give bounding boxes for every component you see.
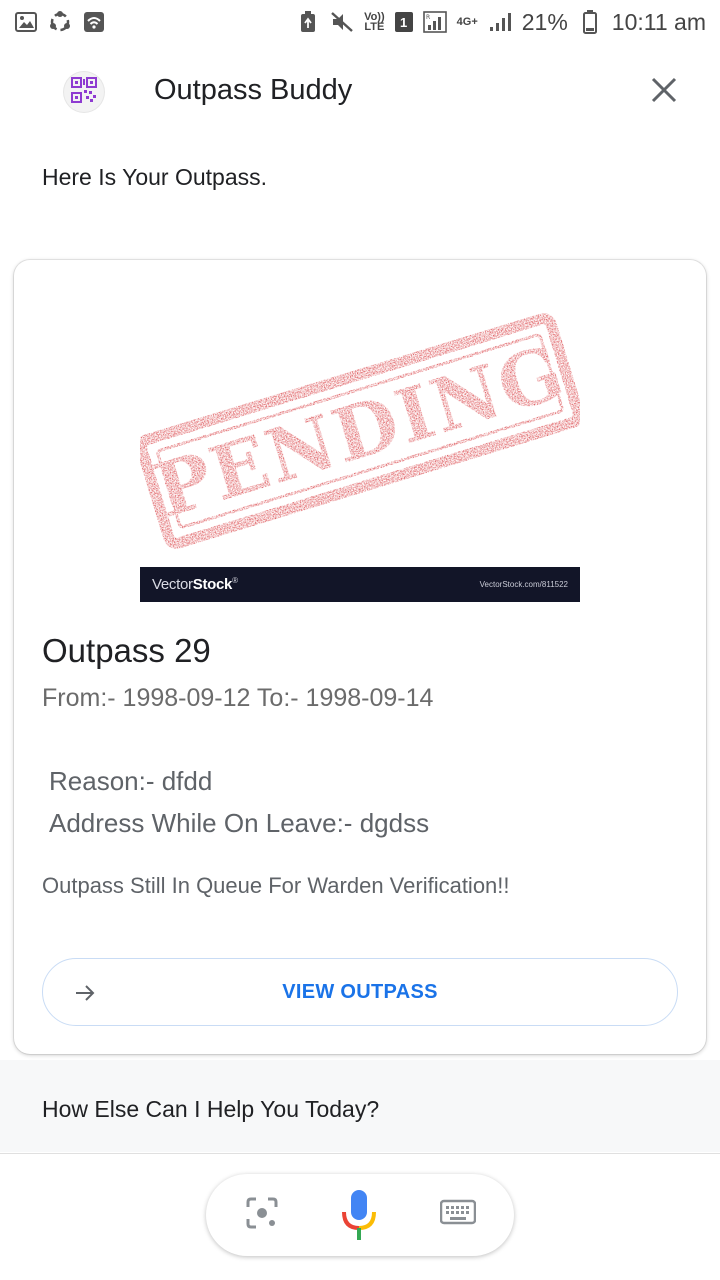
status-bar-left: [14, 11, 106, 33]
qr-code-icon: [71, 76, 97, 108]
status-bar: Vo)) LTE 1 R 4G+ 21% 10:11 am: [0, 0, 720, 44]
view-outpass-label: VIEW OUTPASS: [282, 980, 438, 1003]
keyboard-icon: [439, 1199, 477, 1232]
outpass-status: Outpass Still In Queue For Warden Verifi…: [42, 873, 510, 898]
vectorstock-watermark-bar: VectorStock® VectorStock.com/811522: [140, 567, 580, 602]
battery-icon: [578, 10, 602, 34]
close-icon: [651, 77, 677, 108]
input-pill: [206, 1174, 514, 1256]
battery-percent: 21%: [521, 8, 568, 35]
outpass-reason: Reason:- dfdd: [49, 766, 213, 796]
stamp-text: PENDING: [145, 329, 575, 535]
clock: 10:11 am: [611, 8, 706, 35]
pending-stamp: PENDING: [136, 313, 584, 549]
signal-strength-icon: [488, 11, 512, 33]
outpass-address: Address While On Leave:- dgdss: [49, 808, 430, 838]
vectorstock-logo: VectorStock®: [152, 576, 238, 593]
intro-text: Here Is Your Outpass.: [42, 164, 268, 190]
vectorstock-logo-light: Vector: [152, 576, 193, 593]
status-bar-right: Vo)) LTE 1 R 4G+ 21% 10:11 am: [296, 9, 706, 36]
app-title: Outpass Buddy: [154, 74, 353, 106]
volte-indicator: Vo)) LTE: [364, 12, 385, 33]
data-type-indicator: 4G+: [456, 16, 478, 28]
svg-text:R: R: [426, 14, 430, 21]
mute-icon: [330, 11, 354, 33]
roaming-signal-icon: R: [422, 11, 447, 33]
vectorstock-registered-mark: ®: [232, 576, 238, 585]
assistant-input-bar: [0, 1154, 720, 1280]
outpass-card: PENDING VectorStock® VectorStock.com/811…: [14, 260, 706, 1054]
keyboard-button[interactable]: [438, 1195, 478, 1235]
pending-stamp-image: PENDING VectorStock® VectorStock.com/811…: [136, 300, 584, 602]
microphone-button[interactable]: [339, 1188, 379, 1247]
wifi-icon: [82, 11, 106, 33]
arrow-right-icon: [73, 981, 97, 1005]
volte-label-bottom: LTE: [364, 21, 385, 33]
lens-icon: [245, 1196, 279, 1235]
vectorstock-logo-bold: Stock: [192, 576, 233, 593]
vectorstock-url: VectorStock.com/811522: [479, 580, 568, 589]
sync-icon: [48, 11, 72, 33]
app-avatar: [64, 72, 104, 112]
battery-saver-icon: [296, 11, 320, 33]
view-outpass-button[interactable]: VIEW OUTPASS: [42, 958, 678, 1026]
gallery-icon: [14, 11, 38, 33]
sim-slot-badge: 1: [394, 12, 413, 32]
lens-button[interactable]: [242, 1195, 282, 1235]
help-prompt-text: How Else Can I Help You Today?: [42, 1096, 380, 1122]
close-button[interactable]: [646, 74, 682, 110]
outpass-dates: From:- 1998-09-12 To:- 1998-09-14: [42, 684, 434, 712]
assistant-header: Outpass Buddy: [0, 56, 720, 128]
outpass-title: Outpass 29: [42, 632, 211, 669]
microphone-icon: [339, 1188, 379, 1247]
